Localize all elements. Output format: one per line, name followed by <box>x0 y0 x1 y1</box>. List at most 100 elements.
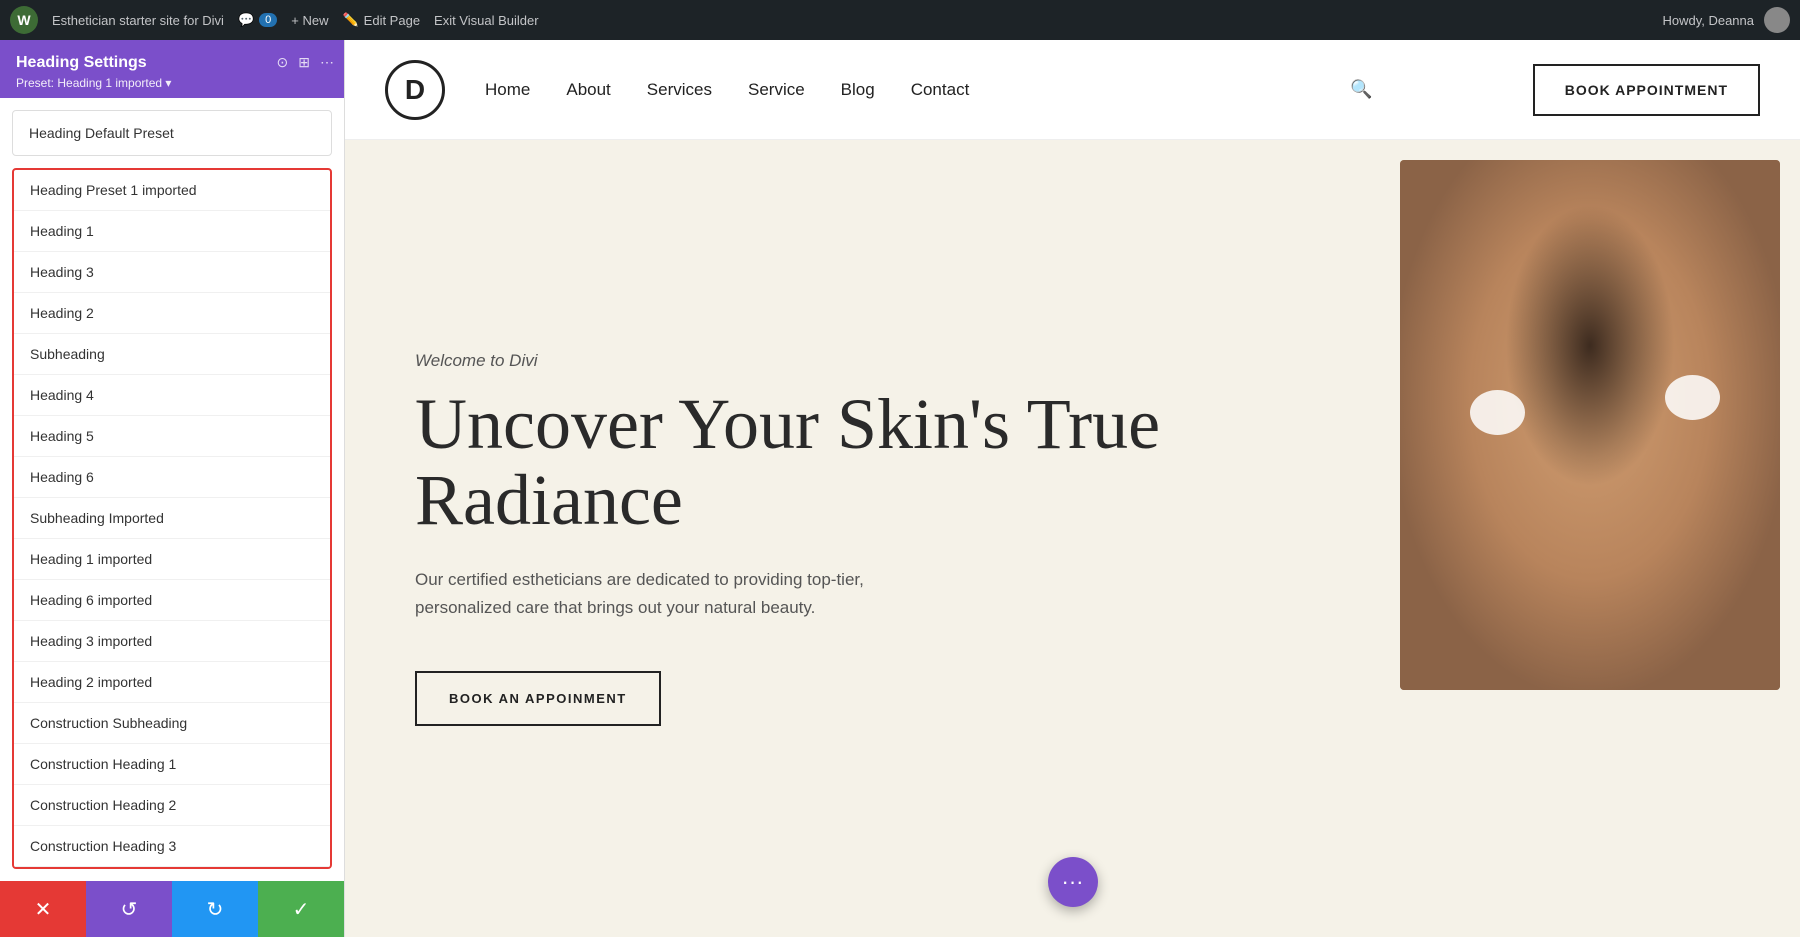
list-item[interactable]: Construction Heading 2⋯ <box>14 785 330 826</box>
exit-builder-label: Exit Visual Builder <box>434 13 539 28</box>
list-item[interactable]: Heading 1 imported⋯ <box>14 539 330 580</box>
exit-builder-link[interactable]: Exit Visual Builder <box>434 13 539 28</box>
site-menu-link[interactable]: Contact <box>911 80 970 99</box>
list-item-label: Heading 1 <box>30 223 94 239</box>
comments-link[interactable]: 💬 0 <box>238 12 277 28</box>
close-icon: ✕ <box>35 897 52 922</box>
comment-count: 0 <box>259 13 277 27</box>
list-item-label: Heading 6 <box>30 469 94 485</box>
list-item-label: Construction Heading 1 <box>30 756 176 772</box>
list-item[interactable]: Heading 3⋯ <box>14 252 330 293</box>
list-item-label: Subheading <box>30 346 105 362</box>
list-item[interactable]: Heading 1⋯ <box>14 211 330 252</box>
search-icon[interactable]: 🔍 <box>1350 79 1372 100</box>
preset-dropdown-list-container: Heading Preset 1 imported⋯Heading 1⋯Head… <box>12 168 332 869</box>
list-item-label: Construction Subheading <box>30 715 187 731</box>
history-icon: ↺ <box>121 897 138 922</box>
site-menu: Home About Services Service Blog Contact <box>485 80 1340 100</box>
list-item-label: Heading 6 imported <box>30 592 152 608</box>
book-appointment-button[interactable]: BOOK APPOINTMENT <box>1533 64 1760 116</box>
list-item-label: Heading 4 <box>30 387 94 403</box>
list-item[interactable]: Heading 6⋯ <box>14 457 330 498</box>
site-logo[interactable]: D <box>385 60 445 120</box>
list-item[interactable]: Heading 6 imported⋯ <box>14 580 330 621</box>
left-panel: Heading Settings Preset: Heading 1 impor… <box>0 40 345 937</box>
site-menu-item[interactable]: Contact <box>911 80 970 100</box>
edit-page-label: Edit Page <box>364 13 420 28</box>
admin-bar: W Esthetician starter site for Divi 💬 0 … <box>0 0 1800 40</box>
save-button[interactable]: ✓ <box>258 881 344 937</box>
site-menu-link[interactable]: Services <box>647 80 712 99</box>
panel-header-icons: ⊙ ⊞ ⋯ <box>277 54 334 71</box>
preset-list: Heading Preset 1 imported⋯Heading 1⋯Head… <box>14 170 330 869</box>
site-menu-link[interactable]: About <box>566 80 610 99</box>
default-preset-item[interactable]: Heading Default Preset <box>12 110 332 156</box>
list-item-label: Heading 5 <box>30 428 94 444</box>
more-options-icon[interactable]: ⋯ <box>320 54 334 71</box>
hero-section: Welcome to Divi Uncover Your Skin's True… <box>345 140 1800 937</box>
new-label: + New <box>291 13 328 28</box>
list-item-label: Construction Heading 3 <box>30 838 176 854</box>
list-item-label: Heading 2 imported <box>30 674 152 690</box>
floating-action-button[interactable]: ··· <box>1048 857 1098 907</box>
list-item[interactable]: Construction Heading 4⋯ <box>14 867 330 869</box>
list-item[interactable]: Heading 4⋯ <box>14 375 330 416</box>
site-menu-item[interactable]: Service <box>748 80 805 100</box>
list-item[interactable]: Heading 5⋯ <box>14 416 330 457</box>
site-menu-link[interactable]: Home <box>485 80 530 99</box>
main-layout: Heading Settings Preset: Heading 1 impor… <box>0 40 1800 937</box>
list-item-label: Heading Preset 1 imported <box>30 182 197 198</box>
panel-header: Heading Settings Preset: Heading 1 impor… <box>0 40 344 98</box>
list-item-label: Heading 1 imported <box>30 551 152 567</box>
hero-left: Welcome to Divi Uncover Your Skin's True… <box>345 140 1370 937</box>
list-item[interactable]: Construction Heading 1⋯ <box>14 744 330 785</box>
list-item[interactable]: Subheading Imported⋯ <box>14 498 330 539</box>
history-button[interactable]: ↺ <box>86 881 172 937</box>
site-menu-item[interactable]: Blog <box>841 80 875 100</box>
comment-icon: 💬 <box>238 12 254 28</box>
hero-description: Our certified estheticians are dedicated… <box>415 566 895 620</box>
pencil-icon: ✏️ <box>342 12 358 28</box>
admin-bar-right: Howdy, Deanna <box>1662 7 1790 33</box>
search-icon[interactable]: ⊙ <box>277 54 289 71</box>
site-name-text: Esthetician starter site for Divi <box>52 13 224 28</box>
fab-icon: ··· <box>1062 869 1084 895</box>
list-item-label: Subheading Imported <box>30 510 164 526</box>
list-item-label: Heading 3 imported <box>30 633 152 649</box>
hero-right <box>1370 140 1800 937</box>
right-content: D HomeAboutServicesServiceBlogContact 🔍 … <box>345 40 1800 937</box>
site-menu-item[interactable]: Home <box>485 80 530 100</box>
welcome-text: Welcome to Divi <box>415 351 1300 371</box>
site-name-link[interactable]: Esthetician starter site for Divi <box>52 13 224 28</box>
grid-icon[interactable]: ⊞ <box>298 54 310 71</box>
hero-cta-button[interactable]: BOOK AN APPOINMENT <box>415 671 661 726</box>
list-item[interactable]: Subheading⋯ <box>14 334 330 375</box>
cream-dot-right <box>1665 375 1720 420</box>
site-menu-item[interactable]: Services <box>647 80 712 100</box>
hero-image <box>1400 160 1780 690</box>
wp-logo[interactable]: W <box>10 6 38 34</box>
hero-heading: Uncover Your Skin's True Radiance <box>415 387 1300 538</box>
list-item[interactable]: Construction Heading 3⋯ <box>14 826 330 867</box>
list-item[interactable]: Construction Subheading⋯ <box>14 703 330 744</box>
site-menu-item[interactable]: About <box>566 80 610 100</box>
close-button[interactable]: ✕ <box>0 881 86 937</box>
list-item[interactable]: Heading 2 imported⋯ <box>14 662 330 703</box>
list-item[interactable]: Heading 2⋯ <box>14 293 330 334</box>
list-item-label: Construction Heading 2 <box>30 797 176 813</box>
list-item-label: Heading 2 <box>30 305 94 321</box>
new-link[interactable]: + New <box>291 13 328 28</box>
redo-button[interactable]: ↻ <box>172 881 258 937</box>
bottom-toolbar: ✕ ↺ ↻ ✓ <box>0 881 344 937</box>
site-menu-link[interactable]: Blog <box>841 80 875 99</box>
redo-icon: ↻ <box>207 897 224 922</box>
site-nav: D HomeAboutServicesServiceBlogContact 🔍 … <box>345 40 1800 140</box>
admin-avatar[interactable] <box>1764 7 1790 33</box>
edit-page-link[interactable]: ✏️ Edit Page <box>342 12 420 28</box>
panel-preset-dropdown[interactable]: Preset: Heading 1 imported ▾ <box>16 76 328 90</box>
default-preset-label: Heading Default Preset <box>29 125 174 141</box>
site-menu-link[interactable]: Service <box>748 80 805 99</box>
howdy-text: Howdy, Deanna <box>1662 13 1754 28</box>
list-item[interactable]: Heading Preset 1 imported⋯ <box>14 170 330 211</box>
list-item[interactable]: Heading 3 imported⋯ <box>14 621 330 662</box>
